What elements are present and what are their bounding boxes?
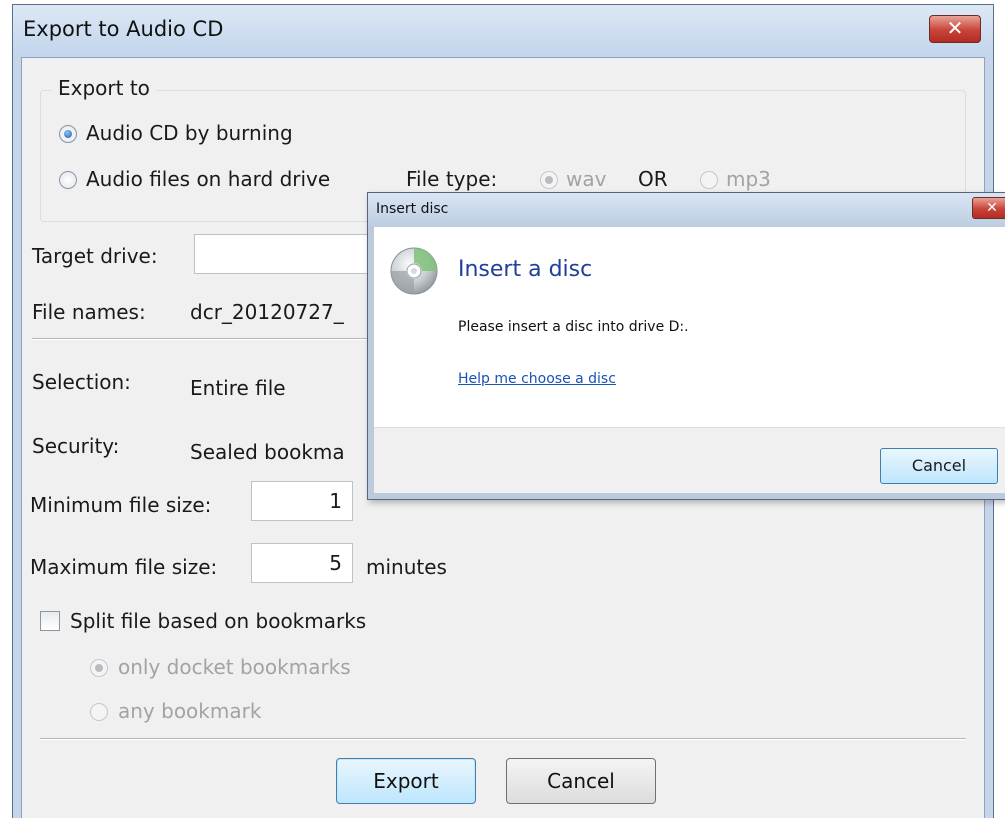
min-size-input[interactable]: 1 [251,481,353,521]
min-size-label: Minimum file size: [30,493,212,517]
insert-disc-title: Insert disc [376,201,449,217]
docket-bookmarks-radio[interactable] [90,659,108,677]
insert-disc-message: Please insert a disc into drive D:. [458,319,689,335]
security-value: Sealed bookma [190,440,345,464]
close-icon: ✕ [986,200,998,216]
insert-disc-cancel-button[interactable]: Cancel [880,448,998,484]
insert-disc-dialog: Insert disc ✕ Insert a disc Please inser… [367,192,1005,500]
title-bar[interactable]: Export to Audio CD ✕ [13,5,993,57]
selection-value: Entire file [190,376,286,400]
disc-icon [390,247,438,295]
insert-disc-title-bar[interactable]: Insert disc ✕ [368,193,1005,227]
file-names-value: dcr_20120727_ [190,300,344,324]
close-icon: ✕ [946,16,964,40]
dialog-title: Export to Audio CD [23,17,224,41]
max-size-input[interactable]: 5 [251,543,353,583]
mp3-radio[interactable] [700,171,718,189]
audio-files-radio[interactable] [59,171,77,189]
help-choose-disc-link[interactable]: Help me choose a disc [458,371,616,387]
target-drive-select[interactable] [194,234,374,274]
file-type-label: File type: [406,167,498,191]
audio-cd-radio[interactable] [59,125,77,143]
selection-label: Selection: [32,370,131,394]
insert-disc-close-button[interactable]: ✕ [972,197,1005,219]
close-button[interactable]: ✕ [929,15,981,43]
or-label: OR [638,167,668,191]
insert-disc-body: Insert a disc Please insert a disc into … [374,227,1005,427]
split-file-checkbox[interactable] [40,611,60,631]
cancel-button[interactable]: Cancel [506,758,656,804]
max-size-label: Maximum file size: [30,555,218,579]
export-button[interactable]: Export [336,758,476,804]
wav-radio[interactable] [540,171,558,189]
split-file-label[interactable]: Split file based on bookmarks [70,609,366,633]
separator [40,738,966,740]
any-bookmark-label: any bookmark [118,699,262,723]
export-to-legend: Export to [52,76,156,100]
audio-cd-label[interactable]: Audio CD by burning [86,121,293,145]
any-bookmark-radio[interactable] [90,703,108,721]
security-label: Security: [32,434,120,458]
docket-bookmarks-label: only docket bookmarks [118,655,351,679]
insert-disc-heading: Insert a disc [458,257,593,282]
mp3-label: mp3 [726,167,771,191]
target-drive-label: Target drive: [32,244,158,268]
file-names-label: File names: [32,300,146,324]
max-size-unit: minutes [366,555,447,579]
insert-disc-footer: Cancel [374,427,1005,493]
wav-label: wav [566,167,607,191]
audio-files-label[interactable]: Audio files on hard drive [86,167,330,191]
